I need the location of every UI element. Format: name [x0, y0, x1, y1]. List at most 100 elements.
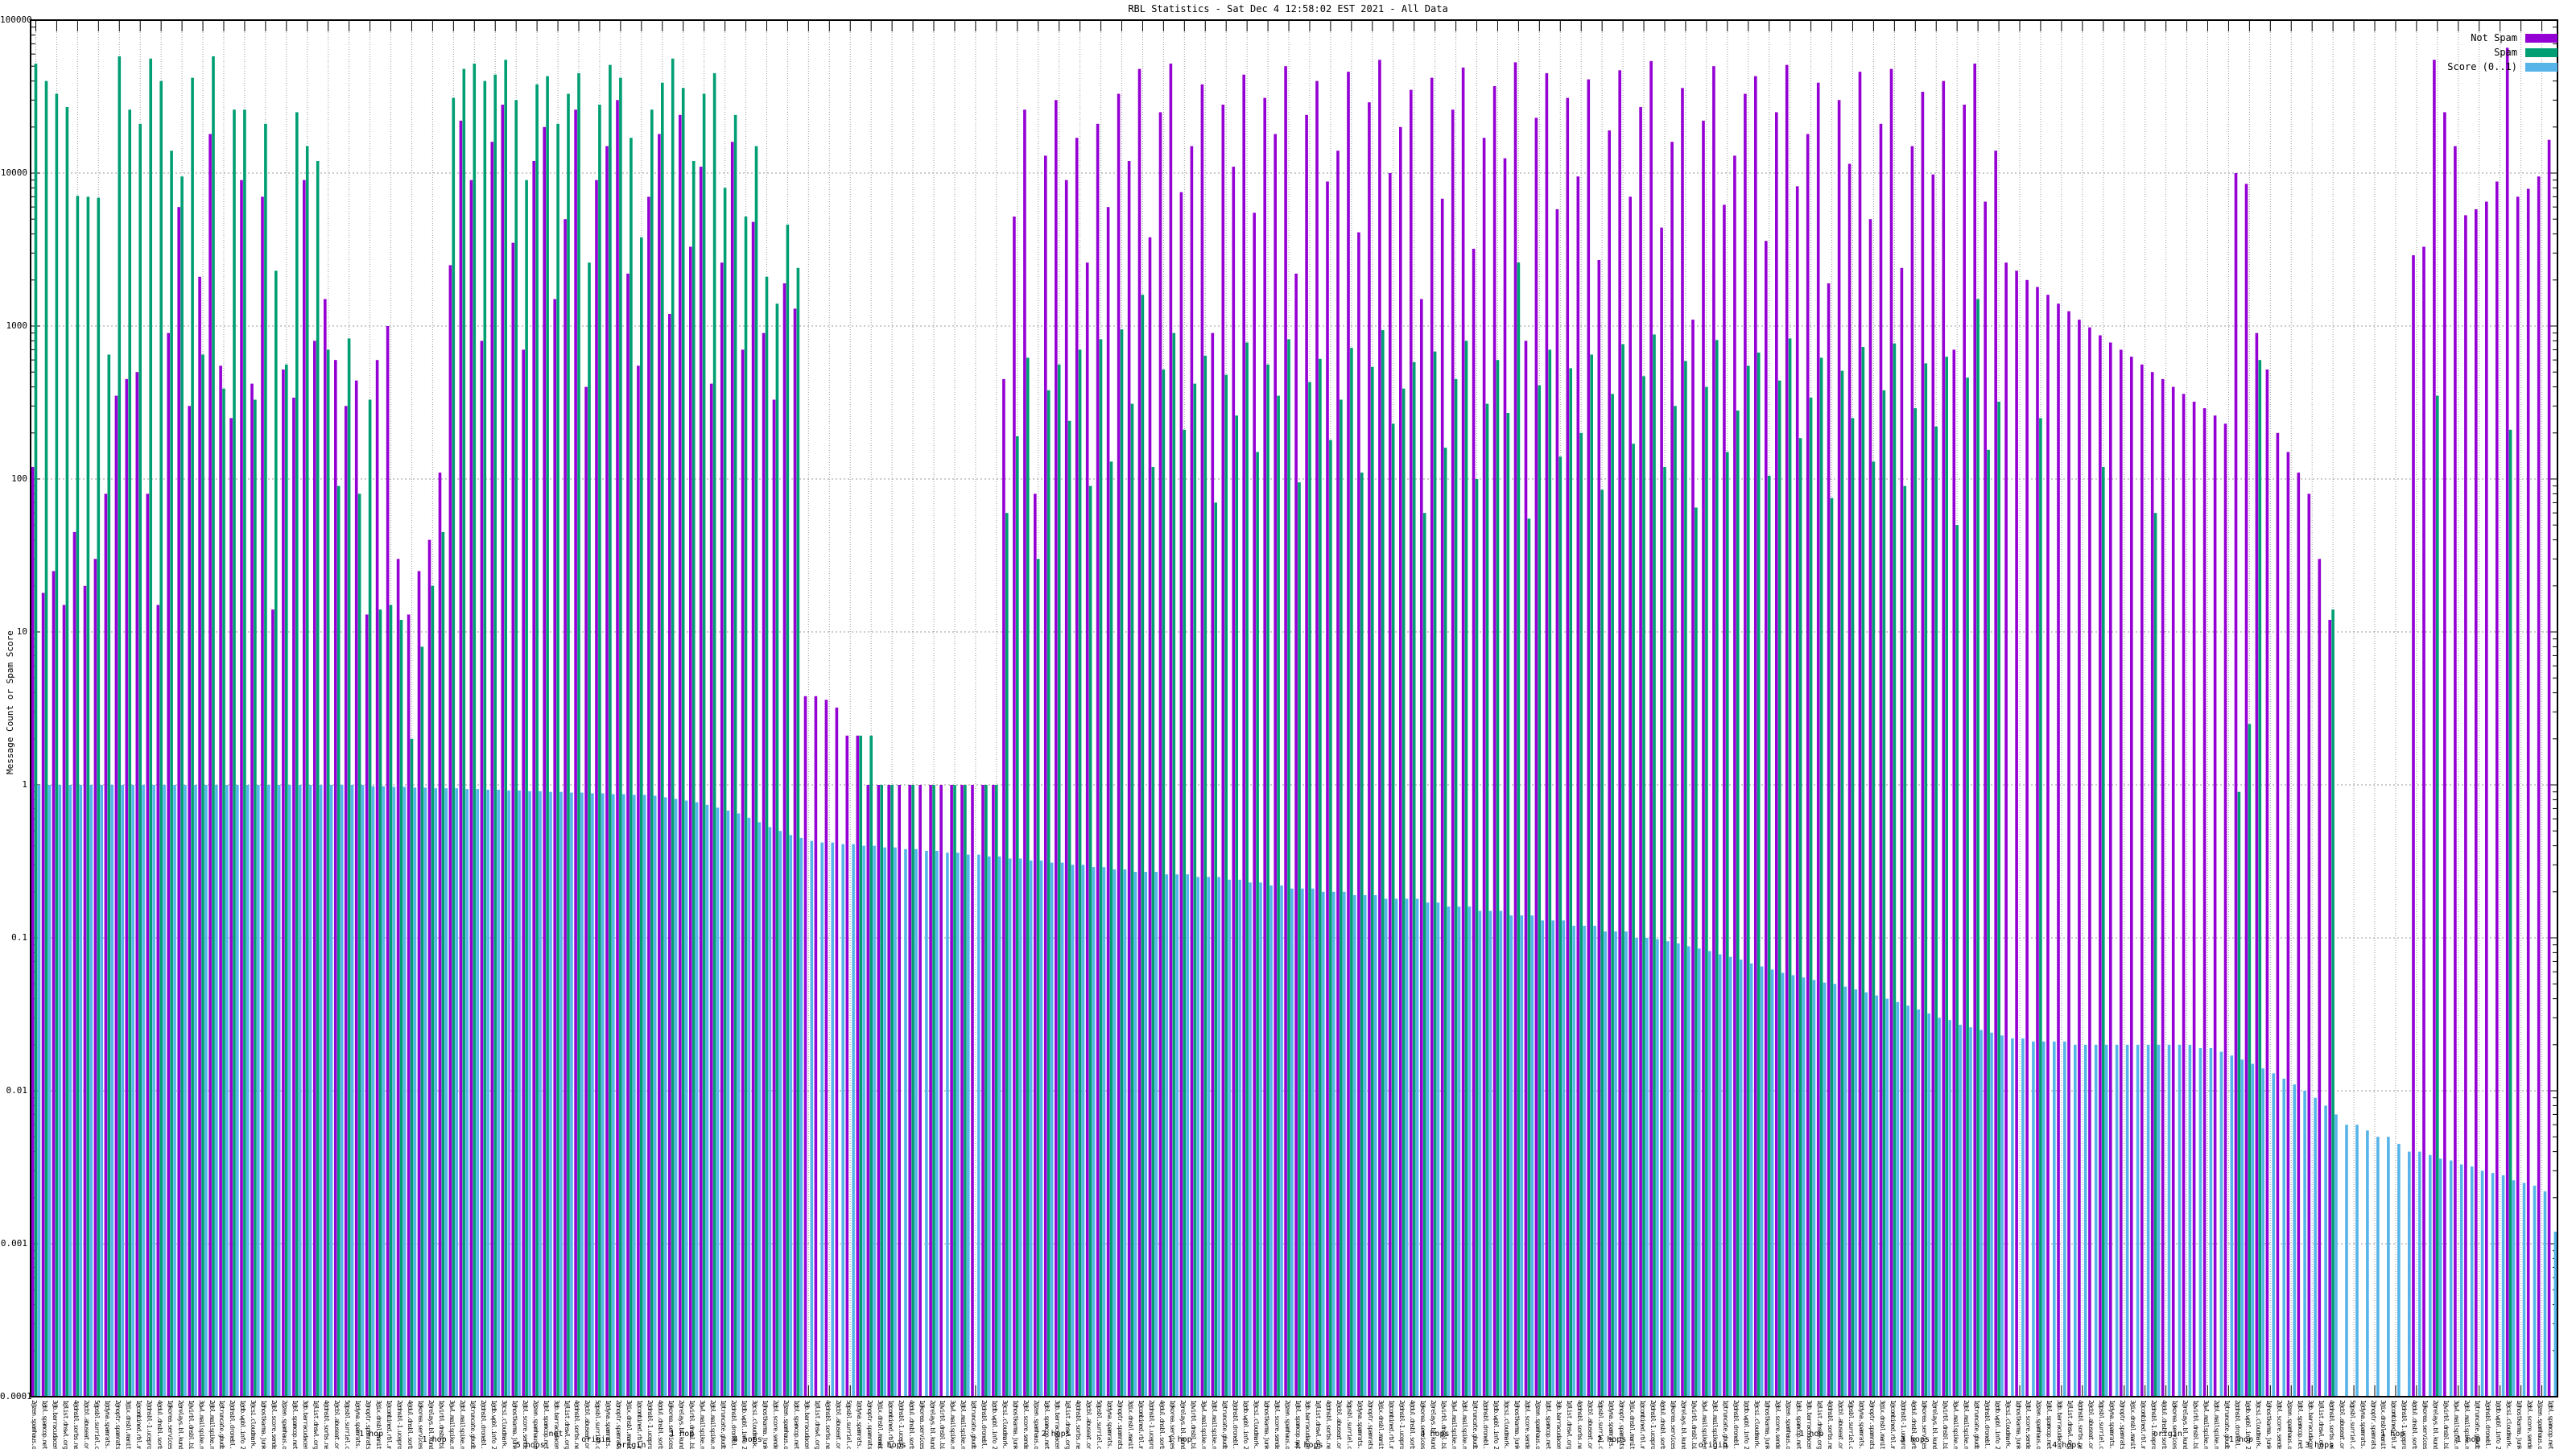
- bar-spam: [1997, 402, 2000, 1397]
- bar-score: [507, 790, 510, 1397]
- bar-score: [2011, 1038, 2014, 1397]
- bar-notspam: [93, 559, 97, 1397]
- bar-score: [1718, 954, 1722, 1397]
- bar-spam: [504, 60, 507, 1397]
- bar-score: [37, 785, 41, 1397]
- bar-notspam: [1263, 97, 1266, 1397]
- bar-score: [1728, 956, 1732, 1397]
- bar-score: [789, 835, 793, 1397]
- bar-notspam: [2182, 394, 2186, 1397]
- bar-spam: [1517, 262, 1521, 1397]
- bar-score: [2366, 1130, 2369, 1397]
- bar-score: [518, 790, 521, 1397]
- bar-spam: [588, 262, 591, 1397]
- bar-score: [1739, 960, 1743, 1397]
- bar-notspam: [1681, 88, 1684, 1397]
- bar-notspam: [605, 146, 609, 1397]
- bar-score: [350, 785, 354, 1397]
- bar-spam: [1527, 518, 1531, 1397]
- bar-score: [539, 791, 542, 1397]
- bar-notspam: [1900, 267, 1904, 1397]
- bar-notspam: [417, 571, 421, 1397]
- bar-score: [382, 786, 386, 1397]
- bar-notspam: [1137, 68, 1141, 1397]
- bar-score: [298, 785, 302, 1397]
- bar-score: [2491, 1173, 2495, 1397]
- bar-spam: [316, 161, 320, 1397]
- bar-notspam: [1378, 60, 1381, 1397]
- bar-notspam: [1712, 66, 1715, 1397]
- bar-score: [402, 786, 407, 1397]
- bar-score: [2053, 1041, 2056, 1397]
- legend-label-spam: Spam: [2494, 47, 2517, 58]
- bar-spam: [1767, 476, 1771, 1397]
- legend-label-notspam: Not Spam: [2471, 32, 2517, 43]
- bar-notspam: [1931, 174, 1935, 1397]
- bar-spam: [1674, 406, 1677, 1397]
- bar-score: [1426, 902, 1430, 1397]
- bar-score: [1343, 891, 1346, 1397]
- bar-notspam: [2526, 188, 2530, 1397]
- bar-score: [1959, 1025, 1962, 1397]
- bar-score: [1029, 861, 1033, 1397]
- bar-score: [1802, 977, 1806, 1397]
- bar-spam: [1381, 330, 1385, 1397]
- bar-score: [1781, 972, 1785, 1397]
- bar-notspam: [344, 406, 348, 1397]
- bar-score: [1520, 915, 1524, 1397]
- bar-notspam: [448, 265, 452, 1397]
- bar-notspam: [1200, 84, 1204, 1397]
- bar-spam: [389, 605, 393, 1397]
- bar-score: [1175, 874, 1179, 1397]
- bar-notspam: [313, 341, 316, 1397]
- bar-score: [705, 804, 709, 1397]
- bar-score: [642, 795, 646, 1397]
- bar-notspam: [845, 735, 849, 1397]
- legend-row: Not Spam: [2447, 31, 2557, 45]
- bar-spam: [1851, 418, 1855, 1397]
- bar-notspam: [2537, 176, 2541, 1397]
- bar-spam: [1642, 376, 1645, 1397]
- bar-notspam: [2099, 335, 2102, 1397]
- bar-score: [726, 810, 730, 1397]
- bar-notspam: [1034, 493, 1037, 1397]
- bar-notspam: [1816, 82, 1820, 1397]
- bar-score: [1363, 895, 1367, 1397]
- bar-spam: [1454, 378, 1458, 1397]
- bar-spam: [1099, 339, 1103, 1397]
- bar-notspam: [240, 180, 243, 1397]
- bar-spam: [34, 64, 38, 1397]
- bar-notspam: [303, 180, 306, 1397]
- bar-spam: [275, 270, 278, 1397]
- bar-score: [2429, 1154, 2432, 1397]
- bar-spam: [1496, 360, 1500, 1397]
- bar-spam: [2508, 429, 2512, 1397]
- bar-notspam: [2025, 279, 2029, 1397]
- bar-spam: [671, 58, 675, 1397]
- bar-spam: [1506, 413, 1510, 1397]
- bar-score: [2230, 1055, 2234, 1397]
- bar-notspam: [1629, 196, 1632, 1397]
- bar-notspam: [1837, 100, 1841, 1397]
- bar-notspam: [803, 696, 807, 1397]
- bar-spam: [2237, 791, 2241, 1397]
- bar-spam: [619, 77, 622, 1397]
- bar-notspam: [459, 120, 463, 1397]
- bar-score: [1039, 861, 1043, 1397]
- bar-spam: [1726, 452, 1729, 1397]
- bar-notspam: [1064, 180, 1068, 1397]
- bar-score: [204, 785, 208, 1397]
- bar-score: [444, 788, 448, 1397]
- bar-notspam: [1085, 262, 1089, 1397]
- bar-spam: [1913, 408, 1918, 1397]
- bar-notspam: [616, 100, 619, 1397]
- bar-spam: [1298, 482, 1301, 1397]
- bar-spam: [107, 354, 111, 1397]
- bar-notspam: [188, 406, 191, 1397]
- bar-score: [1488, 910, 1492, 1397]
- bar-spam: [1475, 479, 1479, 1397]
- bar-notspam: [1492, 86, 1496, 1397]
- bar-notspam: [2202, 408, 2207, 1397]
- bar-notspam: [2422, 246, 2425, 1397]
- bar-notspam: [1440, 198, 1444, 1397]
